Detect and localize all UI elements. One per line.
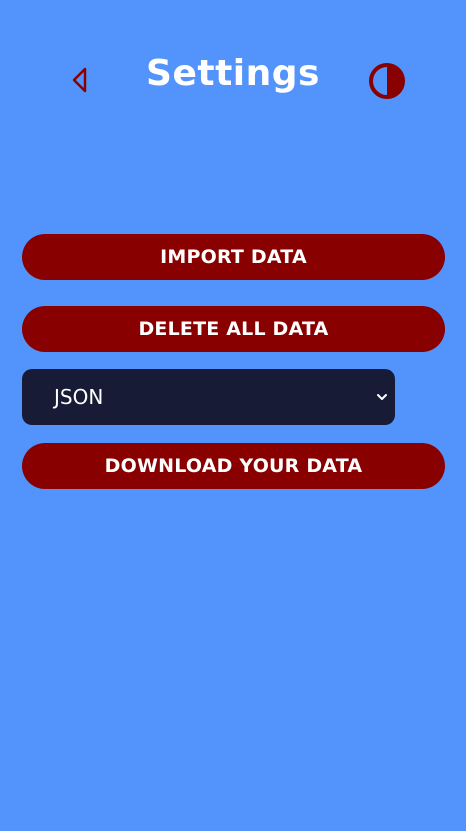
header: Settings — [0, 0, 466, 150]
theme-toggle-button[interactable] — [366, 60, 408, 102]
download-data-button[interactable]: DOWNLOAD YOUR DATA — [22, 443, 445, 489]
delete-all-data-button[interactable]: DELETE ALL DATA — [22, 306, 445, 352]
contrast-half-circle-icon — [369, 63, 405, 99]
import-data-button[interactable]: IMPORT DATA — [22, 234, 445, 280]
export-format-value: JSON — [54, 385, 104, 409]
chevron-down-icon — [377, 394, 387, 400]
export-format-select[interactable]: JSON — [22, 369, 395, 425]
